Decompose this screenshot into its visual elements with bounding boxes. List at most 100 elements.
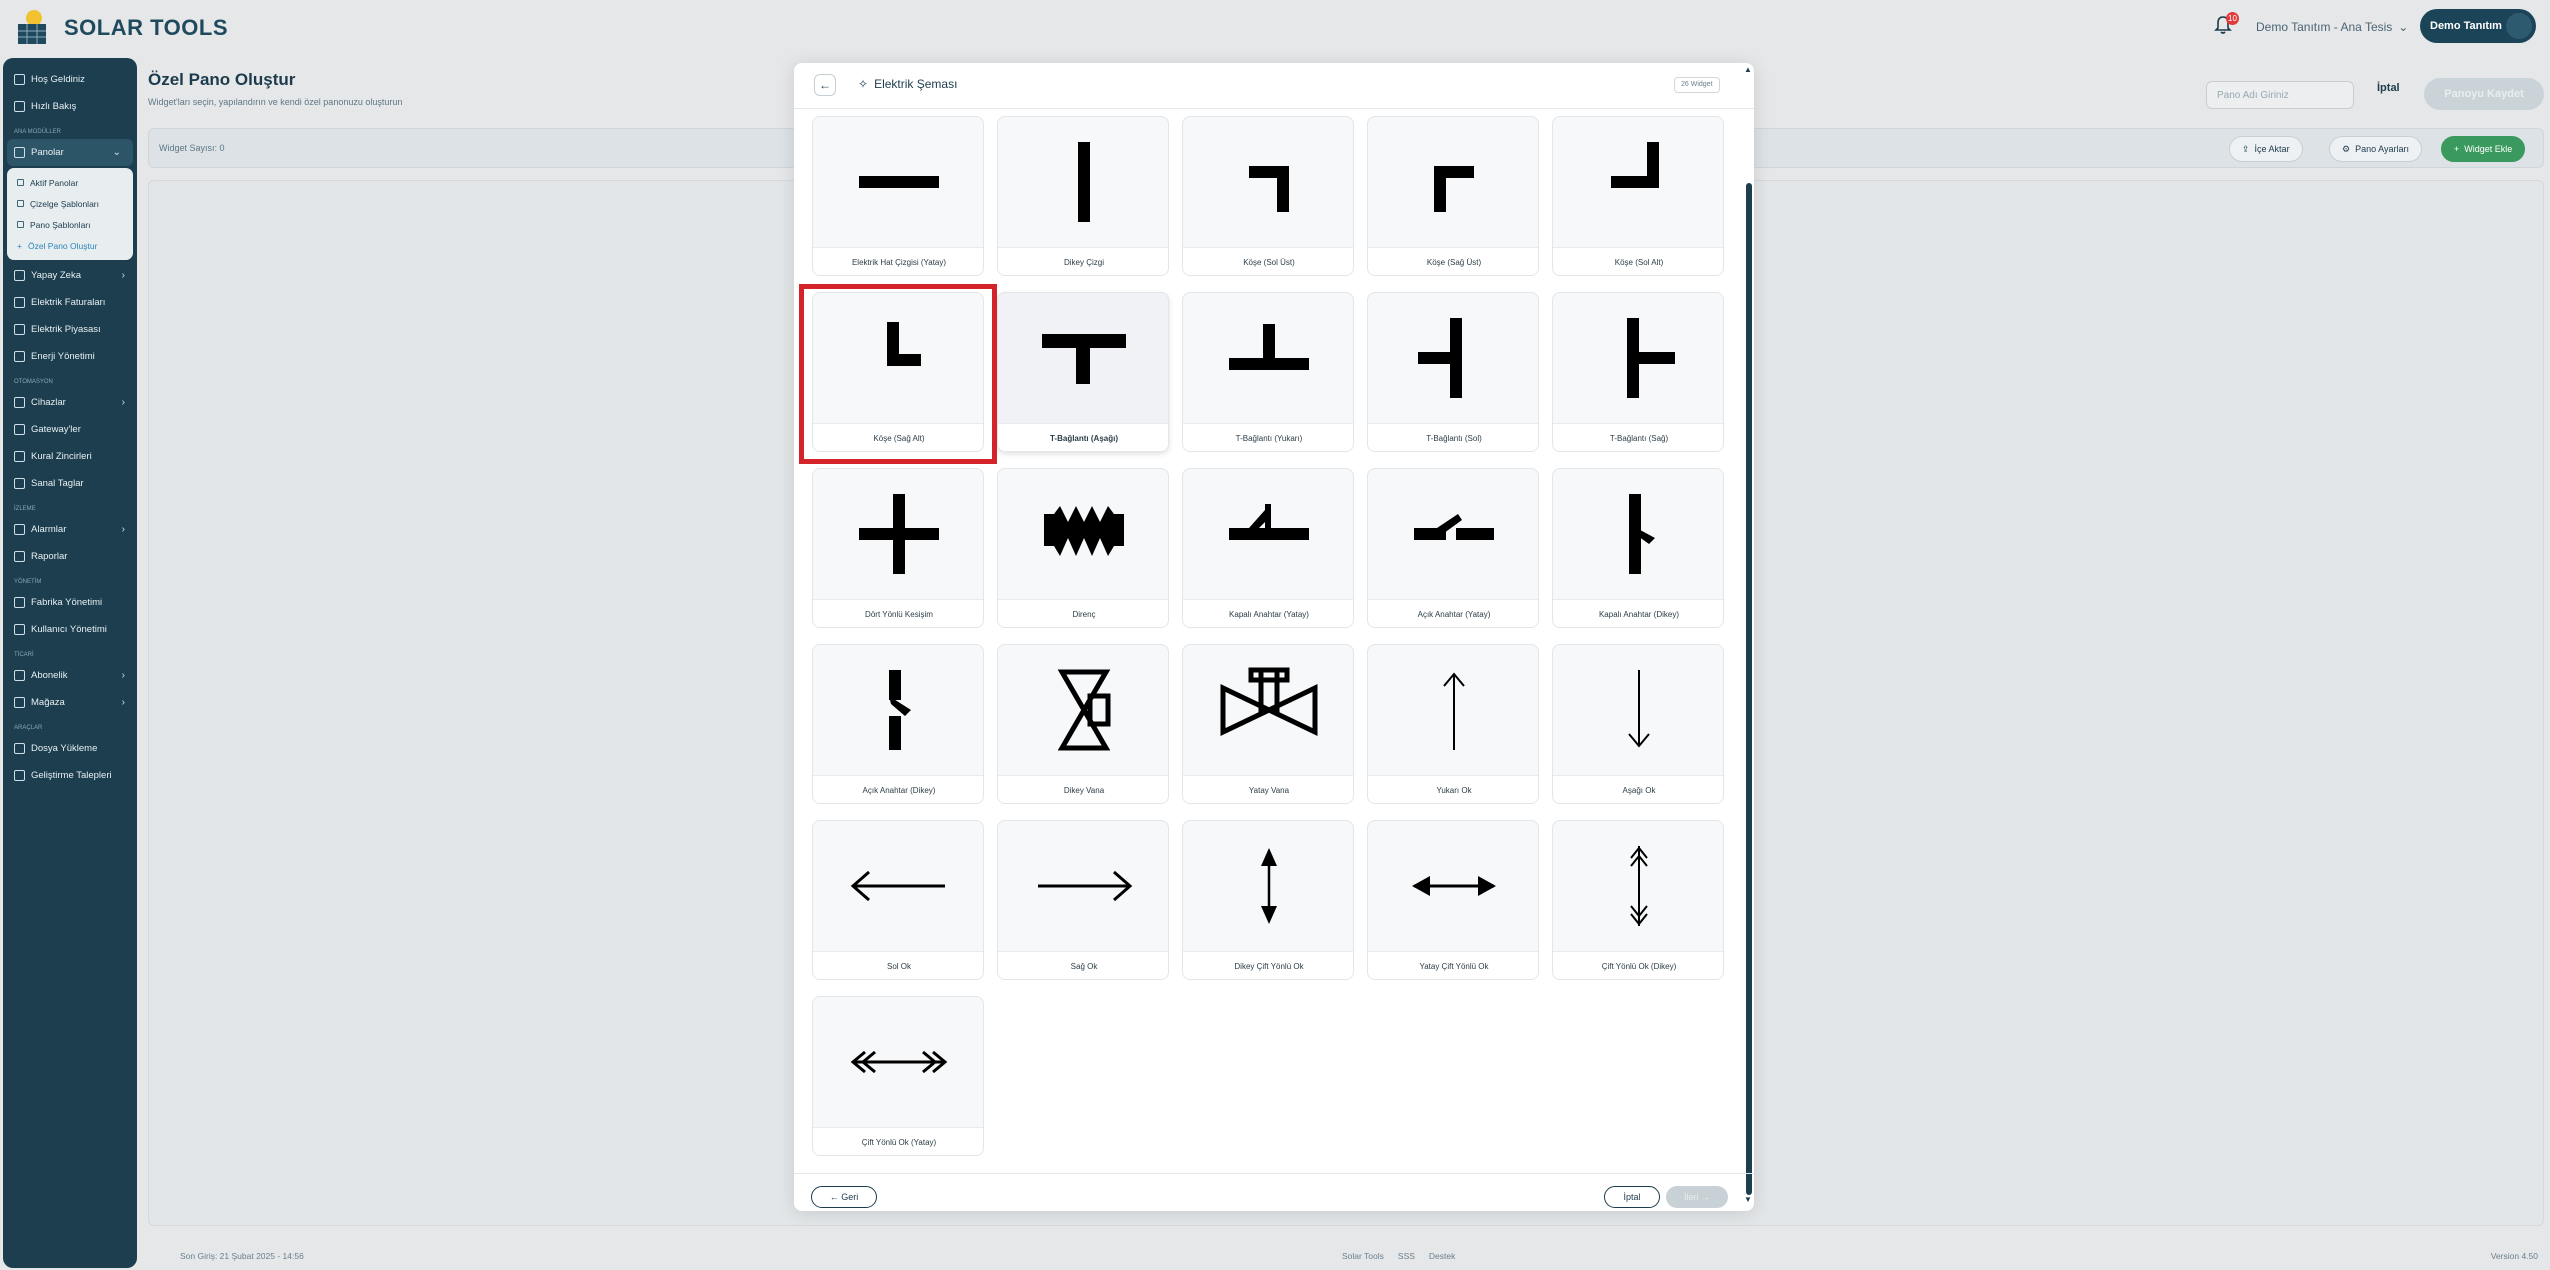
widget-card-v-line[interactable]: Dikey Çizgi: [997, 116, 1169, 276]
widget-card-corner-bl[interactable]: Köşe (Sol Alt): [1552, 116, 1724, 276]
widget-card-t-right[interactable]: T-Bağlantı (Sağ): [1552, 292, 1724, 452]
widget-card-chevron-h-double[interactable]: Çift Yönlü Ok (Yatay): [812, 996, 984, 1156]
widget-card-arrow-up[interactable]: Yukarı Ok: [1367, 644, 1539, 804]
cancel-button[interactable]: İptal: [2377, 82, 2400, 94]
chevron-right-icon: ›: [121, 670, 125, 681]
widget-card-arrow-right[interactable]: Sağ Ok: [997, 820, 1169, 980]
sidebar-item-devices[interactable]: Cihazlar ›: [3, 389, 137, 416]
sparkle-icon: ✧: [858, 77, 869, 91]
sidebar-item-factory[interactable]: Fabrika Yönetimi: [3, 589, 137, 616]
back-button[interactable]: ← Geri: [811, 1186, 877, 1208]
widget-card-corner-tr[interactable]: Köşe (Sağ Üst): [1367, 116, 1539, 276]
widget-card-t-left[interactable]: T-Bağlantı (Sol): [1367, 292, 1539, 452]
modal-back-button[interactable]: ←: [814, 74, 836, 96]
brand-name: SOLAR TOOLS: [64, 15, 228, 40]
arrow-right-icon: [998, 821, 1168, 951]
widget-card-label: Sol Ok: [813, 951, 983, 979]
sidebar-sub-active-dashboards[interactable]: Aktif Panolar: [7, 172, 133, 193]
chevron-down-icon: ⌄: [112, 147, 121, 158]
device-icon: [14, 397, 25, 408]
widget-card-arrow-h-double[interactable]: Yatay Çift Yönlü Ok: [1367, 820, 1539, 980]
widget-card-cross[interactable]: Dört Yönlü Kesişim: [812, 468, 984, 628]
widget-card-arrow-v-double[interactable]: Dikey Çift Yönlü Ok: [1182, 820, 1354, 980]
widget-card-label: Köşe (Sol Üst): [1183, 247, 1353, 275]
switch-closed-v-icon: [1553, 469, 1723, 599]
modal-cancel-button[interactable]: İptal: [1604, 1186, 1660, 1208]
alarm-icon: [14, 524, 25, 535]
widget-card-label: Aşağı Ok: [1553, 775, 1723, 803]
save-dashboard-button[interactable]: Panoyu Kaydet: [2424, 78, 2544, 110]
sidebar-item-store[interactable]: Mağaza ›: [3, 689, 137, 716]
sidebar-item-rule-chains[interactable]: Kural Zincirleri: [3, 443, 137, 470]
modal-scrollbar[interactable]: [1746, 183, 1752, 1195]
sidebar-item-market[interactable]: Elektrik Piyasası: [3, 316, 137, 343]
widget-card-switch-closed-h[interactable]: Kapalı Anahtar (Yatay): [1182, 468, 1354, 628]
sidebar-item-alarms[interactable]: Alarmlar ›: [3, 516, 137, 543]
avatar: [2506, 13, 2532, 39]
footer-link-faq[interactable]: SSS: [1398, 1251, 1415, 1261]
notification-badge: 10: [2226, 12, 2239, 25]
sidebar-item-overview[interactable]: Hızlı Bakış: [3, 93, 137, 120]
plus-icon: +: [17, 240, 22, 251]
widget-card-arrow-left[interactable]: Sol Ok: [812, 820, 984, 980]
widget-card-resistor[interactable]: Direnç: [997, 468, 1169, 628]
sidebar-item-reports[interactable]: Raporlar: [3, 543, 137, 570]
widget-card-label: Yatay Vana: [1183, 775, 1353, 803]
table-icon: [17, 179, 24, 186]
widget-card-h-line[interactable]: Elektrik Hat Çizgisi (Yatay): [812, 116, 984, 276]
factory-icon: [14, 597, 25, 608]
next-button[interactable]: İleri →: [1666, 1186, 1728, 1208]
sidebar-item-dashboards[interactable]: Panolar ⌄: [7, 139, 133, 166]
sidebar-sub-chart-templates[interactable]: Çizelge Şablonları: [7, 193, 133, 214]
widget-card-chevron-v-double[interactable]: Çift Yönlü Ok (Dikey): [1552, 820, 1724, 980]
chevron-h-double-icon: [813, 997, 983, 1127]
v-line-icon: [998, 117, 1168, 247]
widget-card-corner-br[interactable]: Köşe (Sağ Alt): [812, 292, 984, 452]
widget-card-label: Dikey Vana: [998, 775, 1168, 803]
widget-card-arrow-down[interactable]: Aşağı Ok: [1552, 644, 1724, 804]
t-left-icon: [1368, 293, 1538, 423]
widget-card-valve-h[interactable]: Yatay Vana: [1182, 644, 1354, 804]
sidebar-item-energy[interactable]: Enerji Yönetimi: [3, 343, 137, 370]
widget-card-switch-open-v[interactable]: Açık Anahtar (Dikey): [812, 644, 984, 804]
sidebar-section-admin: YÖNETİM: [14, 579, 42, 585]
footer-link-solar-tools[interactable]: Solar Tools: [1342, 1251, 1384, 1261]
t-down-icon: [998, 293, 1168, 423]
sidebar-item-bills[interactable]: Elektrik Faturaları: [3, 289, 137, 316]
widget-card-corner-tl[interactable]: Köşe (Sol Üst): [1182, 116, 1354, 276]
valve-v-icon: [998, 645, 1168, 775]
tenant-selector[interactable]: Demo Tanıtım - Ana Tesis ⌄: [2256, 20, 2408, 34]
widget-card-label: Köşe (Sağ Alt): [813, 423, 983, 451]
widget-card-label: Dikey Çift Yönlü Ok: [1183, 951, 1353, 979]
import-button[interactable]: ⇪ İçe Aktar: [2229, 136, 2303, 162]
widget-card-valve-v[interactable]: Dikey Vana: [997, 644, 1169, 804]
brand-logo[interactable]: SOLAR TOOLS: [12, 6, 228, 50]
arrow-down-icon: [1553, 645, 1723, 775]
sidebar-item-users[interactable]: Kullanıcı Yönetimi: [3, 616, 137, 643]
dashboard-name-input[interactable]: Pano Adı Giriniz: [2206, 81, 2354, 109]
widget-card-t-down[interactable]: T-Bağlantı (Aşağı): [997, 292, 1169, 452]
user-menu[interactable]: Demo Tanıtım: [2420, 9, 2536, 43]
sidebar-item-welcome[interactable]: Hoş Geldiniz: [3, 66, 137, 93]
sidebar-item-subscription[interactable]: Abonelik ›: [3, 662, 137, 689]
chevron-right-icon: ›: [121, 270, 125, 281]
widget-card-t-up[interactable]: T-Bağlantı (Yukarı): [1182, 292, 1354, 452]
chevron-v-double-icon: [1553, 821, 1723, 951]
sidebar-sub-custom-dashboard[interactable]: + Özel Pano Oluştur: [7, 235, 133, 256]
widget-card-switch-closed-v[interactable]: Kapalı Anahtar (Dikey): [1552, 468, 1724, 628]
dashboard-settings-button[interactable]: ⚙ Pano Ayarları: [2329, 136, 2422, 162]
sidebar-item-upload[interactable]: Dosya Yükleme: [3, 735, 137, 762]
sidebar-item-gateways[interactable]: Gateway'ler: [3, 416, 137, 443]
sidebar-item-dev-requests[interactable]: Geliştirme Talepleri: [3, 762, 137, 789]
sidebar-item-ai[interactable]: Yapay Zeka ›: [3, 262, 137, 289]
footer-link-support[interactable]: Destek: [1429, 1251, 1455, 1261]
notification-button[interactable]: 10: [2212, 12, 2240, 42]
scroll-up-icon[interactable]: ▲: [1744, 65, 1752, 74]
widget-card-label: T-Bağlantı (Aşağı): [998, 423, 1168, 451]
widget-card-switch-open-h[interactable]: Açık Anahtar (Yatay): [1367, 468, 1539, 628]
modal-title: ✧ Elektrik Şeması: [858, 77, 958, 91]
sidebar-item-virtual-tags[interactable]: Sanal Taglar: [3, 470, 137, 497]
widget-count-badge: 26 Widget: [1674, 77, 1720, 93]
add-widget-button[interactable]: + Widget Ekle: [2441, 136, 2526, 162]
sidebar-sub-dashboard-templates[interactable]: Pano Şablonları: [7, 214, 133, 235]
